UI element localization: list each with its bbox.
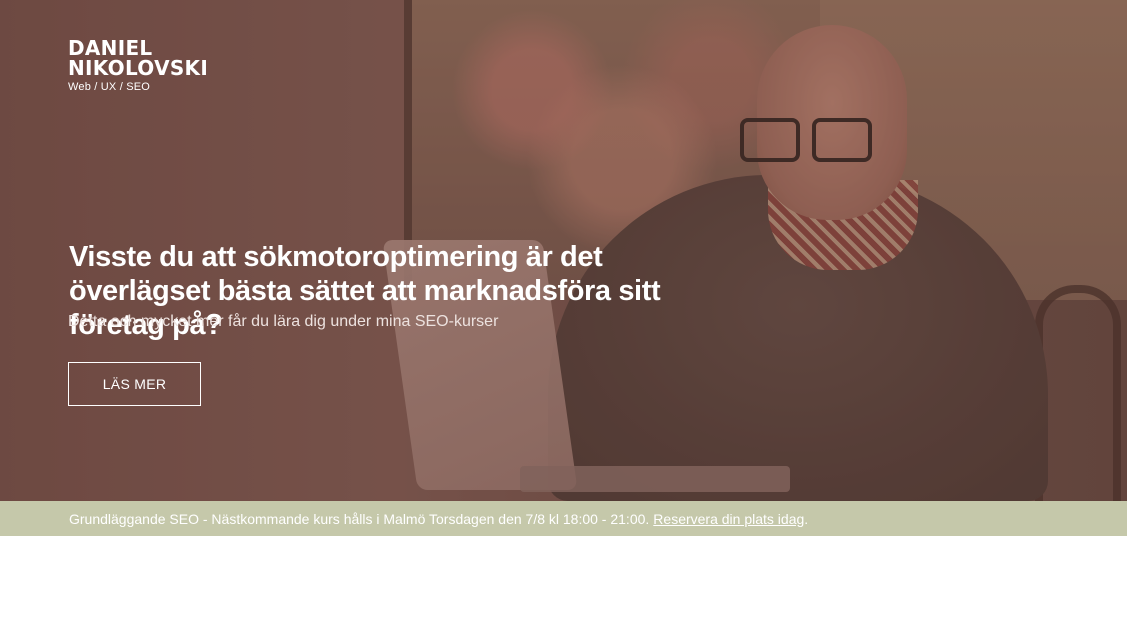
brand-name: DANIEL NIKOLOVSKI [68, 36, 209, 80]
read-more-button[interactable]: LÄS MER [68, 362, 201, 406]
reserve-spot-link[interactable]: Reservera din plats idag [653, 511, 804, 527]
brand-logo[interactable]: DANIEL NIKOLOVSKI Web / UX / SEO [68, 38, 218, 93]
brand-tagline: Web / UX / SEO [68, 81, 151, 93]
hero-subheadline: Detta och mycket mer får du lära dig und… [68, 313, 499, 330]
notice-text: Grundläggande SEO - Nästkommande kurs hå… [69, 510, 650, 527]
course-notice-bar: Grundläggande SEO - Nästkommande kurs hå… [0, 501, 1127, 536]
hero-section: DANIEL NIKOLOVSKI Web / UX / SEO Visste … [0, 0, 1127, 501]
notice-trailing-punctuation: . [804, 510, 809, 527]
